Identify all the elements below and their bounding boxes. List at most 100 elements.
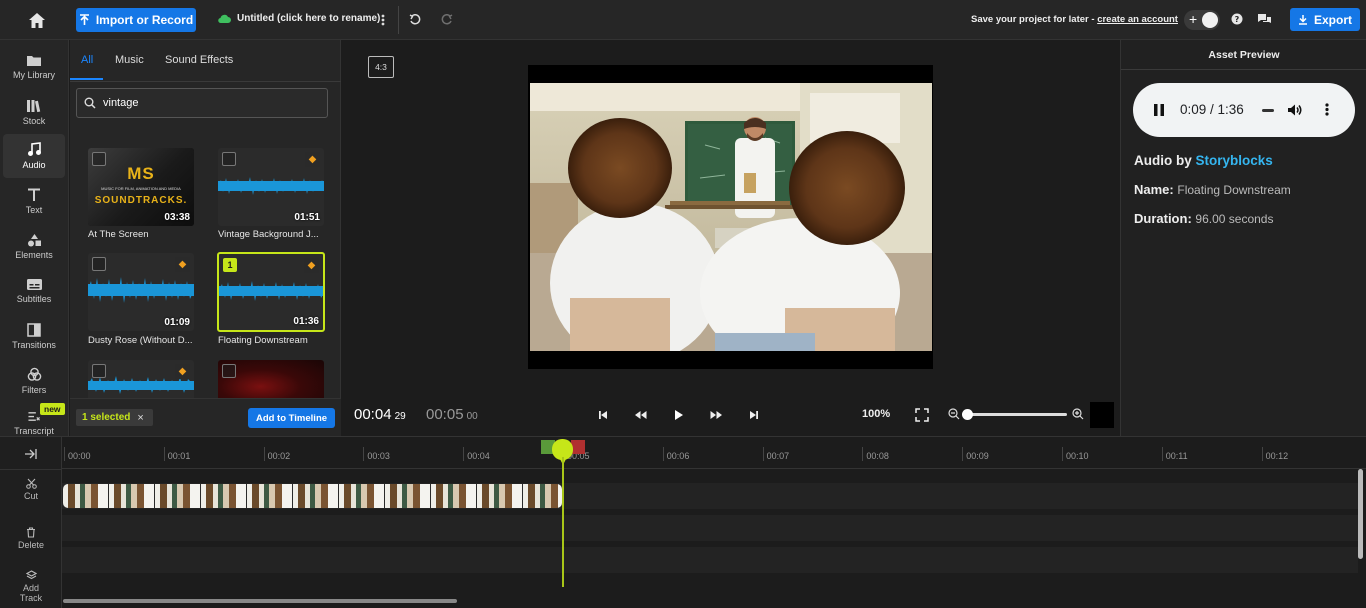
- audio-library-panel: All Music Sound Effects MUSIC FOR FILM, …: [70, 40, 341, 436]
- audio-tile-partial[interactable]: ◆: [88, 360, 194, 398]
- tab-sound-effects[interactable]: Sound Effects: [165, 54, 233, 66]
- feedback-button[interactable]: [1255, 11, 1273, 27]
- rail-item-subtitles[interactable]: Subtitles: [3, 269, 65, 313]
- rail-item-text[interactable]: Text: [3, 179, 65, 223]
- zoom-slider[interactable]: [962, 409, 1067, 420]
- select-checkbox[interactable]: [92, 152, 106, 166]
- ruler-tick-line: [463, 447, 465, 461]
- playhead-marker-red[interactable]: [571, 440, 585, 454]
- text-icon: [28, 188, 40, 201]
- delete-button[interactable]: Delete: [6, 527, 56, 550]
- duration-label: 03:38: [164, 212, 190, 223]
- divider: [70, 81, 341, 82]
- create-account-link[interactable]: create an account: [1097, 14, 1178, 25]
- aspect-ratio-button[interactable]: 4:3: [368, 56, 394, 78]
- duration-label: 01:09: [164, 317, 190, 328]
- rail-item-elements[interactable]: Elements: [3, 224, 65, 268]
- rewind-button[interactable]: [630, 406, 650, 424]
- selected-index-badge[interactable]: 1: [223, 258, 237, 272]
- audio-tile-vintage-background[interactable]: ◆ 01:51: [218, 148, 324, 226]
- cut-button[interactable]: Cut: [6, 478, 56, 501]
- cloud-check-icon: [218, 14, 231, 23]
- video-clip[interactable]: [63, 484, 562, 508]
- project-title[interactable]: Untitled (click here to rename): [218, 13, 380, 24]
- skip-to-start-button[interactable]: [594, 406, 612, 424]
- zoom-out-icon: [948, 408, 960, 420]
- timeline-tools: Cut Delete Add Track: [0, 437, 62, 608]
- volume-icon[interactable]: [1287, 103, 1303, 117]
- audio-tile-dusty-rose[interactable]: ◆ 01:09: [88, 253, 194, 331]
- current-time: 00:04 29: [354, 406, 406, 423]
- add-collaborator-button[interactable]: +: [1184, 10, 1220, 30]
- pause-icon[interactable]: [1154, 104, 1164, 116]
- help-button[interactable]: ?: [1230, 11, 1244, 27]
- undo-button[interactable]: [406, 10, 424, 30]
- skip-to-end-button[interactable]: [745, 406, 763, 424]
- redo-button[interactable]: [438, 10, 456, 30]
- search-input[interactable]: [103, 94, 303, 112]
- select-checkbox[interactable]: [92, 364, 106, 378]
- ruler-tick-label: 00:07: [766, 451, 790, 461]
- export-button[interactable]: Export: [1290, 8, 1360, 31]
- home-button[interactable]: [24, 8, 50, 32]
- select-checkbox[interactable]: [222, 152, 236, 166]
- search-box[interactable]: [76, 88, 328, 118]
- active-tab-underline: [70, 78, 103, 80]
- storyblocks-link[interactable]: Storyblocks: [1196, 153, 1273, 168]
- help-icon: ?: [1231, 13, 1243, 25]
- horizontal-scrollbar[interactable]: [63, 599, 457, 603]
- vertical-scrollbar[interactable]: [1358, 469, 1363, 559]
- zoom-slider-handle[interactable]: [962, 409, 973, 420]
- tab-music[interactable]: Music: [115, 54, 144, 66]
- play-button[interactable]: [669, 405, 689, 425]
- premium-diamond-icon: ◆: [175, 257, 190, 272]
- collapse-arrow-icon[interactable]: [24, 448, 38, 460]
- redo-icon: [441, 14, 453, 25]
- ruler-tick-line: [762, 447, 764, 461]
- total-time: 00:05 00: [426, 406, 478, 423]
- select-checkbox[interactable]: [92, 257, 106, 271]
- transitions-icon: [27, 322, 41, 337]
- rail-item-filters[interactable]: Filters: [3, 359, 65, 403]
- ruler-tick-line: [862, 447, 864, 461]
- rail-item-audio[interactable]: Audio: [3, 134, 65, 178]
- tab-all[interactable]: All: [81, 54, 93, 66]
- audio-tile-partial-red[interactable]: [218, 360, 324, 398]
- skip-start-icon: [599, 411, 607, 419]
- rail-item-my-library[interactable]: My Library: [3, 45, 65, 89]
- zoom-out-button[interactable]: [947, 407, 961, 421]
- ruler-tick-label: 00:01: [167, 451, 191, 461]
- audio-tile-at-the-screen[interactable]: MUSIC FOR FILM, ANIMATION AND MEDIA MS S…: [88, 148, 194, 226]
- timeline-ruler[interactable]: 00:00 00:01 00:02 00:03 00:04 00:05 00:06 00:07…: [62, 437, 1366, 469]
- dark-block: [1090, 402, 1114, 428]
- fullscreen-button[interactable]: [913, 406, 931, 424]
- progress-bar[interactable]: [1262, 109, 1274, 112]
- audio-player[interactable]: 0:09 / 1:36: [1133, 83, 1355, 137]
- fast-forward-button[interactable]: [706, 406, 726, 424]
- ruler-tick-label: 00:12: [1265, 451, 1289, 461]
- add-track-button[interactable]: Add Track: [6, 570, 56, 603]
- add-to-timeline-button[interactable]: Add to Timeline: [248, 408, 335, 428]
- rail-item-transitions[interactable]: Transitions: [3, 314, 65, 358]
- ruler-tick-label: 00:10: [1066, 451, 1089, 461]
- clear-selection-icon[interactable]: ×: [137, 412, 143, 424]
- asset-preview-panel: Asset Preview 0:09 / 1:36 Audio by Story…: [1120, 40, 1366, 436]
- tile-label: Dusty Rose (Without D...: [88, 335, 193, 346]
- select-checkbox[interactable]: [222, 364, 236, 378]
- player-time: 0:09 / 1:36: [1180, 102, 1244, 117]
- add-track-icon: [25, 570, 37, 580]
- vertical-dots-icon[interactable]: [1325, 103, 1329, 116]
- more-options-button[interactable]: [376, 10, 390, 30]
- ruler-tick-label: 00:06: [666, 451, 690, 461]
- audio-tile-floating-downstream[interactable]: 1 ◆ 01:36: [217, 252, 325, 332]
- cover-art-soundtracks: SOUNDTRACKS.: [94, 195, 188, 206]
- video-preview-area: 4:3 00:04 29 00:05 00 100%: [341, 40, 1120, 436]
- rail-item-stock[interactable]: Stock: [3, 90, 65, 134]
- video-canvas[interactable]: [528, 65, 933, 369]
- shapes-icon: [27, 233, 41, 246]
- left-nav-rail: My Library Stock Audio Text Elements Sub…: [0, 40, 69, 436]
- zoom-percentage[interactable]: 100%: [862, 408, 890, 420]
- import-or-record-button[interactable]: Import or Record: [76, 8, 196, 32]
- tile-label: Floating Downstream: [218, 335, 308, 346]
- zoom-in-button[interactable]: [1071, 407, 1085, 421]
